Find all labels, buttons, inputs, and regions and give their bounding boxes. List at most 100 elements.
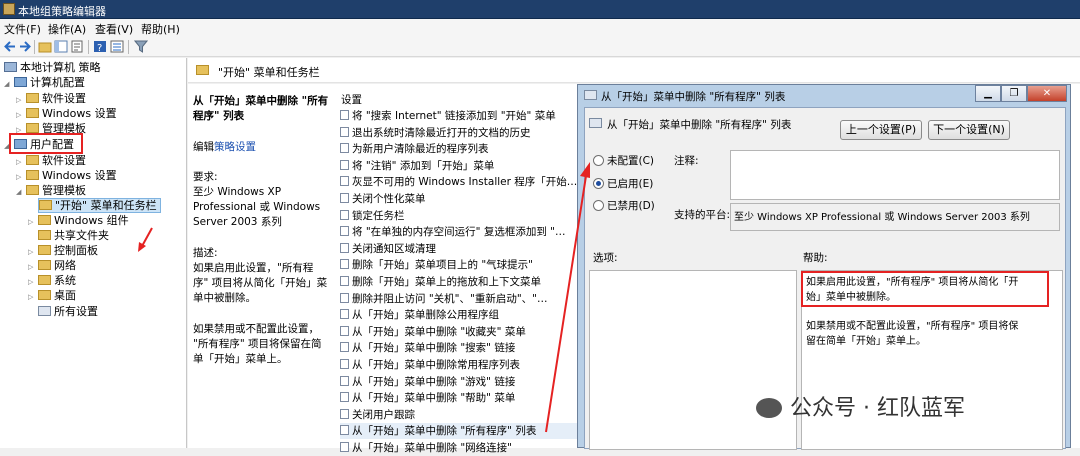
expand-arrow-icon[interactable]: ▷ [28, 290, 38, 305]
help-line-4: 留在简单「开始」菜单上。 [806, 336, 926, 347]
settings-row[interactable]: 将 "搜索 Internet" 链接添加到 "开始" 菜单 [340, 108, 580, 124]
policy-setting-icon [340, 110, 349, 120]
requirements-text-1: 至少 Windows XP [193, 186, 282, 198]
help-line-3: 如果禁用或不配置此设置，"所有程序" 项目将保 [806, 321, 1019, 332]
label-not-configured: 未配置(C) [607, 155, 655, 167]
watermark: 公众号 · 红队蓝军 [756, 390, 965, 422]
platform-text: 至少 Windows XP Professional 或 Windows Ser… [734, 212, 1030, 223]
restore-button[interactable]: ❐ [1001, 85, 1027, 102]
settings-row[interactable]: 为新用户清除最近的程序列表 [340, 141, 580, 157]
policy-setting-icon [340, 408, 349, 419]
minimize-button[interactable]: ▁ [975, 85, 1001, 102]
requirements-text-3: Server 2003 系列 [193, 216, 282, 228]
description-line-6: 单「开始」菜单上。 [193, 353, 288, 365]
folder-icon [38, 245, 51, 255]
policy-setting-icon [340, 176, 349, 187]
tree-uc-admin[interactable]: ◢ 管理模板 [16, 183, 86, 198]
filter-icon[interactable] [134, 40, 148, 53]
title-bar: 本地组策略编辑器 [0, 0, 1080, 19]
svg-text:?: ? [97, 43, 102, 53]
folder-icon [196, 65, 209, 75]
tree-start-menu[interactable]: "开始" 菜单和任务栏 [38, 198, 161, 213]
show-hide-tree-icon[interactable] [54, 40, 68, 53]
app-icon [3, 3, 15, 15]
menu-view[interactable]: 查看(V) [95, 21, 133, 37]
tree-uc-software[interactable]: ▷ 软件设置 [16, 153, 86, 168]
edit-policy-link[interactable]: 策略设置 [214, 141, 256, 153]
tree-system[interactable]: ▷ 系统 [28, 273, 76, 288]
menu-file[interactable]: 文件(F) [4, 21, 41, 37]
settings-row-label: 关闭用户跟踪 [352, 408, 415, 421]
folder-icon [26, 123, 39, 133]
settings-row-label: 从「开始」菜单中删除常用程序列表 [352, 359, 520, 371]
export-list-icon[interactable] [110, 40, 124, 53]
settings-row-label: 从「开始」菜单删除公用程序组 [352, 309, 499, 322]
settings-row-label: 删除并阻止访问 "关机"、"重新启动"、"… [352, 292, 548, 305]
forward-icon[interactable] [18, 40, 32, 53]
settings-row-label: 从「开始」菜单中删除 "收藏夹" 菜单 [352, 325, 526, 338]
settings-row-label: 为新用户清除最近的程序列表 [352, 143, 489, 156]
folder-icon [39, 200, 52, 210]
policy-icon [584, 90, 597, 100]
settings-row-label: 将 "在单独的内存空间运行" 复选框添加到 "… [352, 226, 566, 239]
comment-textarea[interactable] [730, 150, 1060, 200]
next-setting-button[interactable]: 下一个设置(N) [928, 120, 1010, 140]
options-panel [589, 270, 797, 450]
settings-row-label: 关闭通知区域清理 [352, 242, 436, 255]
expand-arrow-icon[interactable]: ▷ [28, 215, 38, 230]
folder-icon [26, 93, 39, 103]
tree-all-settings[interactable]: 所有设置 [38, 304, 98, 319]
settings-row[interactable]: 退出系统时清除最近打开的文档的历史 [340, 125, 580, 141]
policy-setting-icon [340, 242, 349, 253]
tree-network[interactable]: ▷ 网络 [28, 258, 76, 273]
settings-row-label: 从「开始」菜单中删除 "帮助" 菜单 [352, 392, 516, 405]
settings-row-label: 锁定任务栏 [352, 209, 405, 222]
menu-action[interactable]: 操作(A) [48, 21, 86, 37]
policy-setting-icon [340, 342, 349, 353]
settings-icon [38, 306, 51, 316]
window-title: 本地组策略编辑器 [18, 5, 106, 18]
collapse-arrow-icon[interactable]: ◢ [4, 77, 14, 92]
back-icon[interactable] [3, 40, 17, 53]
detail-header: "开始" 菜单和任务栏 [188, 58, 1080, 83]
tree-desktop[interactable]: ▷ 桌面 [28, 288, 76, 303]
help-icon[interactable]: ? [93, 40, 107, 53]
settings-row-label: 退出系统时清除最近打开的文档的历史 [352, 126, 531, 139]
settings-row-label: 删除「开始」菜单项目上的 "气球提示" [352, 259, 533, 272]
folder-icon [26, 185, 39, 195]
settings-row-label: 删除「开始」菜单上的拖放和上下文菜单 [352, 276, 541, 288]
tree-shared-folders[interactable]: 共享文件夹 [38, 228, 109, 243]
detail-header-title: "开始" 菜单和任务栏 [218, 66, 320, 79]
menu-bar: 文件(F) 操作(A) 查看(V) 帮助(H) [0, 19, 1080, 37]
annotation-arrow-icon [138, 227, 153, 252]
requirements-label: 要求: [193, 171, 218, 183]
properties-icon[interactable] [70, 40, 84, 53]
folder-icon [38, 230, 51, 240]
computer-icon [14, 77, 27, 87]
close-button[interactable]: ✕ [1027, 85, 1067, 102]
help-label: 帮助: [803, 252, 828, 264]
policy-setting-icon [340, 375, 349, 386]
prev-setting-button[interactable]: 上一个设置(P) [840, 120, 922, 140]
folder-icon [26, 170, 39, 180]
tree-cc-windows[interactable]: ▷ Windows 设置 [16, 106, 117, 121]
tree-root[interactable]: 本地计算机 策略 [4, 60, 101, 75]
settings-row-label: 从「开始」菜单中删除 "所有程序" 列表 [352, 425, 537, 438]
tree-win-components[interactable]: ▷ Windows 组件 [28, 213, 129, 228]
tree-control-panel[interactable]: ▷ 控制面板 [28, 243, 98, 258]
toolbar: ? [0, 37, 1080, 57]
policy-setting-icon [340, 442, 349, 452]
settings-row-label: 将 "注销" 添加到「开始」菜单 [352, 159, 495, 172]
label-disabled: 已禁用(D) [607, 200, 655, 212]
tree-cc-software[interactable]: ▷ 软件设置 [16, 91, 86, 106]
collapse-arrow-icon[interactable]: ◢ [16, 185, 26, 200]
menu-help[interactable]: 帮助(H) [141, 21, 180, 37]
description-line-4: 如果禁用或不配置此设置， [193, 323, 319, 335]
settings-row-label: 从「开始」菜单中删除 "网络连接" [352, 442, 512, 454]
up-folder-icon[interactable] [38, 40, 52, 53]
policy-setting-icon [340, 143, 349, 154]
settings-row[interactable]: 从「开始」菜单中删除 "网络连接" [340, 440, 580, 456]
tree-uc-windows[interactable]: ▷ Windows 设置 [16, 168, 117, 183]
tree-computer-config[interactable]: ◢ 计算机配置 [4, 75, 85, 90]
comment-label: 注释: [674, 155, 699, 167]
